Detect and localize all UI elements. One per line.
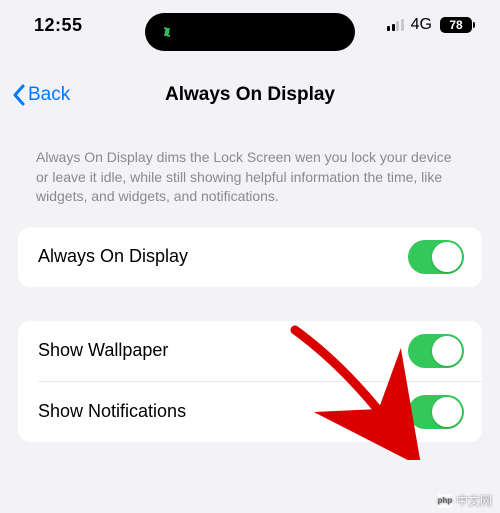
back-button[interactable]: Back bbox=[12, 84, 70, 106]
switch-knob bbox=[432, 336, 462, 366]
row-show-wallpaper[interactable]: Show Wallpaper bbox=[18, 321, 482, 381]
link-icon bbox=[157, 22, 177, 42]
switch-knob bbox=[432, 397, 462, 427]
status-bar: 12:55 4G 78 bbox=[0, 0, 500, 54]
watermark-text: 中文网 bbox=[456, 492, 492, 509]
settings-group-1: Always On Display bbox=[18, 227, 482, 287]
row-show-notifications[interactable]: Show Notifications bbox=[18, 382, 482, 442]
row-label: Show Notifications bbox=[38, 401, 186, 422]
network-label: 4G bbox=[411, 16, 432, 34]
content-area: Always On Display dims the Lock Screen w… bbox=[0, 120, 500, 442]
description-text: Always On Display dims the Lock Screen w… bbox=[18, 148, 482, 207]
toggle-show-wallpaper[interactable] bbox=[408, 334, 464, 368]
row-label: Show Wallpaper bbox=[38, 340, 168, 361]
chevron-back-icon bbox=[12, 84, 26, 106]
toggle-show-notifications[interactable] bbox=[408, 395, 464, 429]
page-title: Always On Display bbox=[165, 84, 335, 106]
back-label: Back bbox=[28, 84, 70, 106]
dynamic-island[interactable] bbox=[145, 13, 355, 51]
status-time: 12:55 bbox=[34, 15, 83, 36]
status-right: 4G 78 bbox=[387, 16, 472, 34]
toggle-always-on-display[interactable] bbox=[408, 240, 464, 274]
nav-bar: Back Always On Display bbox=[0, 70, 500, 120]
signal-icon bbox=[387, 19, 404, 31]
battery-icon: 78 bbox=[440, 17, 472, 33]
row-always-on-display[interactable]: Always On Display bbox=[18, 227, 482, 287]
battery-level: 78 bbox=[449, 18, 462, 32]
php-icon: php bbox=[438, 494, 452, 508]
switch-knob bbox=[432, 242, 462, 272]
row-label: Always On Display bbox=[38, 246, 188, 267]
watermark: php 中文网 bbox=[438, 492, 492, 509]
settings-group-2: Show Wallpaper Show Notifications bbox=[18, 321, 482, 442]
